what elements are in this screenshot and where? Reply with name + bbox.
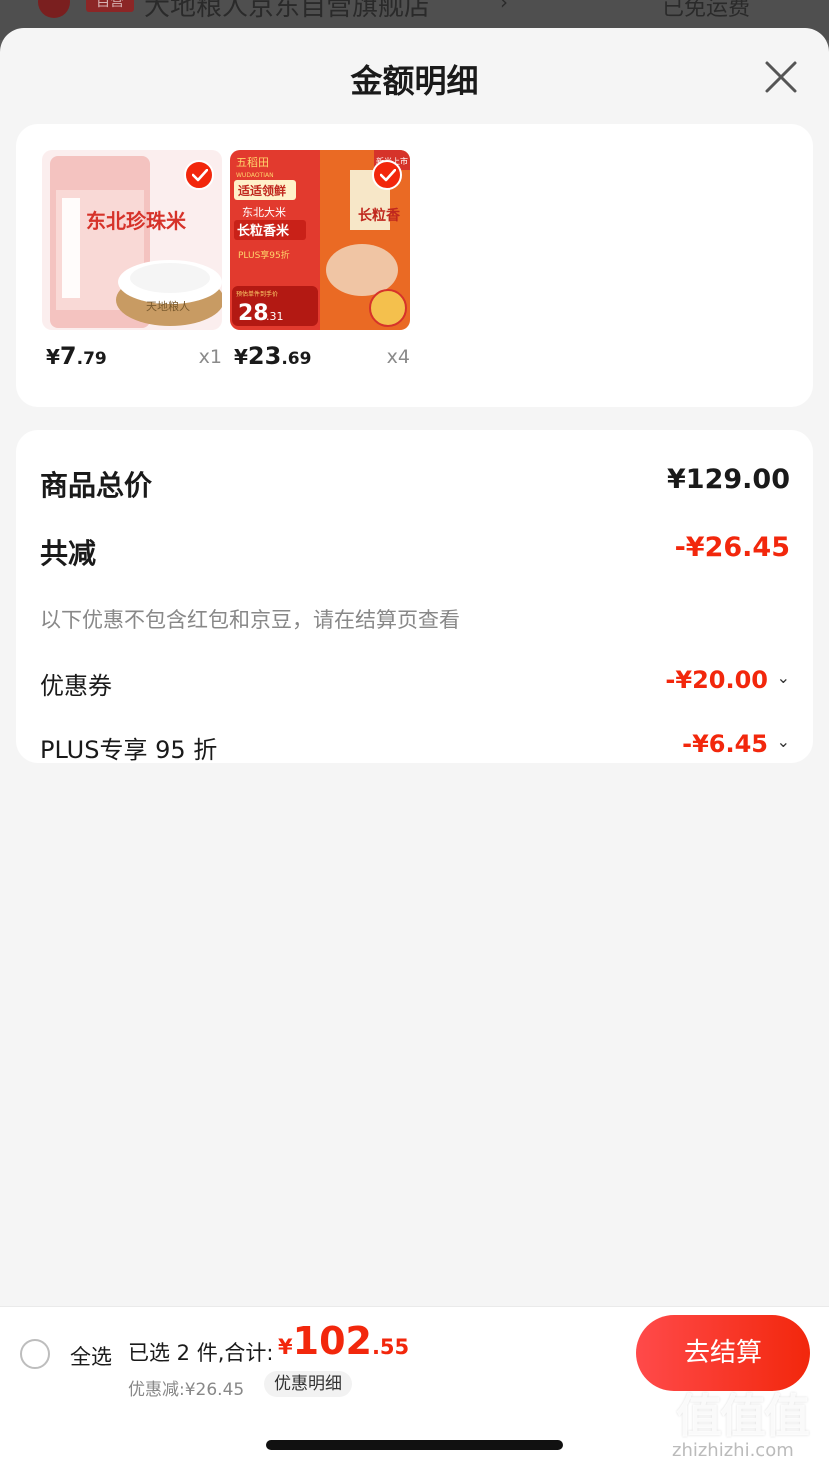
coupon-amount: -¥20.00 [665,666,768,694]
total-reduction-value: -¥26.45 [674,532,790,563]
bag-brand: 长粒香 [358,207,401,224]
chevron-down-icon[interactable]: ⌄ [777,668,790,687]
chevron-down-icon[interactable]: ⌄ [777,732,790,751]
total-decimal: .55 [371,1335,410,1359]
price-integer: 23 [247,342,282,370]
discount-detail-button[interactable]: 优惠明细 [264,1371,352,1397]
select-all-label[interactable]: 全选 [70,1341,112,1371]
total-price-value: ¥129.00 [667,464,790,495]
watermark-logo: 值值值 [676,1389,810,1443]
total-symbol: ¥ [278,1335,293,1359]
check-icon [192,169,208,182]
product-image[interactable]: 东北珍珠米 天地粮人 [42,150,222,330]
close-icon [765,61,797,93]
product-price: ¥23.69 [234,342,311,370]
price-summary-card: 商品总价 ¥129.00 共减 -¥26.45 以下优惠不包含红包和京豆，请在结… [16,430,813,764]
total-reduction-row: 共减 -¥26.45 [40,532,790,572]
total-reduction-label: 共减 [40,537,97,570]
product-item[interactable]: 东北珍珠米 天地粮人 ¥7.79 x1 [42,150,222,370]
price-integer: 7 [59,342,77,370]
plus-discount-value[interactable]: -¥6.45 ⌄ [682,730,790,758]
chevron-right-icon: › [500,0,508,14]
plus-discount-label: PLUS专享 95 折 [40,736,218,764]
coupon-label: 优惠券 [40,672,112,700]
product-quantity: x4 [386,346,410,368]
total-price-label: 商品总价 [40,469,153,502]
total-price-row: 商品总价 ¥129.00 [40,464,790,504]
plus-discount-tag: PLUS享95折 [238,249,290,261]
est-price-label: 预估单件到手价 [236,290,278,298]
origin-label: 东北大米 [242,205,286,219]
price-symbol: ¥ [234,345,248,369]
est-price-int: 28 [238,301,269,326]
close-button[interactable] [762,58,800,96]
est-price-dec: .31 [266,310,284,323]
amount-detail-sheet: 金额明细 东北珍珠米 天地粮人 ¥7.79 x1 五稻田 WUDAOTIAN 适… [0,28,829,1465]
price-decimal: .79 [76,349,107,369]
selected-check[interactable] [184,160,214,190]
fresh-tag: 适适领鲜 [238,183,286,198]
product-quantity: x1 [198,346,222,368]
watermark-url: zhizhizhi.com [672,1440,794,1461]
home-indicator[interactable] [266,1440,563,1450]
location-pin-icon [38,0,70,18]
plus-discount-row[interactable]: PLUS专享 95 折 -¥6.45 ⌄ [40,730,790,764]
total-integer: 102 [292,1319,372,1363]
price-symbol: ¥ [46,345,60,369]
bowl-brand: 天地粮人 [146,299,190,313]
sheet-title: 金额明细 [350,62,479,100]
bag-title-1: 东北珍珠米 [86,209,187,233]
product-item[interactable]: 五稻田 WUDAOTIAN 适适领鲜 东北大米 长粒香米 PLUS享95折 预估… [230,150,410,370]
self-operated-badge: 自营 [86,0,134,12]
product-image[interactable]: 五稻田 WUDAOTIAN 适适领鲜 东北大米 长粒香米 PLUS享95折 预估… [230,150,410,330]
select-all-radio[interactable] [20,1339,50,1369]
coupon-value[interactable]: -¥20.00 ⌄ [665,666,790,694]
product-price: ¥7.79 [46,342,107,370]
brand-cn: 五稻田 [236,156,269,169]
coupon-row[interactable]: 优惠券 -¥20.00 ⌄ [40,666,790,700]
store-name[interactable]: 大地粮人京东自营旗舰店 [144,0,430,23]
discount-note: 以下优惠不包含红包和京豆，请在结算页查看 [40,608,460,632]
saved-amount: 优惠减:¥26.45 [128,1380,245,1400]
selected-check[interactable] [372,160,402,190]
shipping-status: 已免运费 [662,0,751,21]
rice-type: 长粒香米 [237,223,290,239]
product-list-card: 东北珍珠米 天地粮人 ¥7.79 x1 五稻田 WUDAOTIAN 适适领鲜 东… [16,124,813,407]
check-icon [380,169,396,182]
selected-count-text: 已选 2 件,合计: [128,1341,274,1365]
plus-discount-amount: -¥6.45 [682,730,768,758]
grand-total: ¥102.55 [278,1319,409,1363]
price-decimal: .69 [281,349,312,369]
brand-en: WUDAOTIAN [236,172,274,179]
